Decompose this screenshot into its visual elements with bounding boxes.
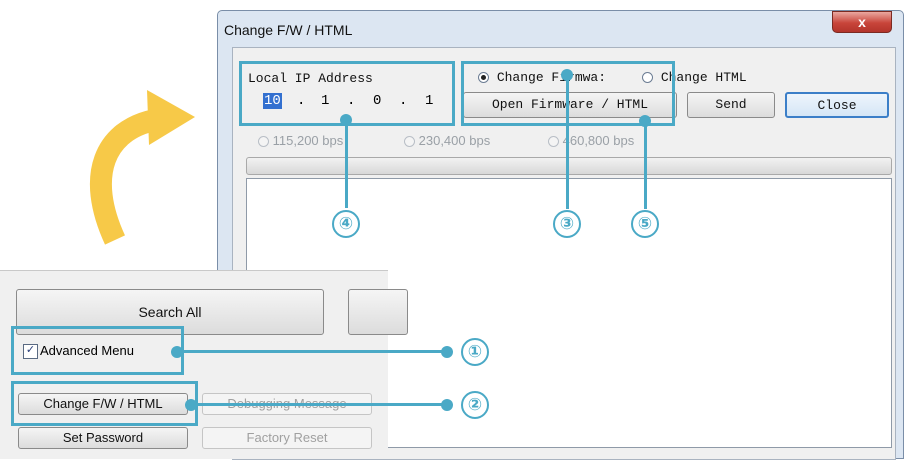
curved-arrow-icon bbox=[90, 90, 195, 245]
callout-5: ⑤ bbox=[631, 210, 659, 238]
callout-line bbox=[190, 403, 448, 406]
baud-label: 230,400 bps bbox=[418, 133, 491, 148]
baud-label: 115,200 bps bbox=[272, 133, 344, 148]
radio-disabled-icon bbox=[404, 136, 415, 148]
factory-reset-button[interactable]: Factory Reset bbox=[202, 427, 372, 449]
baud-label: 460,800 bps bbox=[562, 133, 635, 148]
callout-4: ④ bbox=[332, 210, 360, 238]
set-password-button[interactable]: Set Password bbox=[18, 427, 188, 449]
callout-line bbox=[345, 120, 348, 208]
radio-disabled-icon bbox=[258, 136, 269, 148]
callout-line bbox=[177, 350, 448, 353]
highlight-change-fw-button bbox=[11, 381, 198, 426]
baud-option-460800[interactable]: 460,800 bps bbox=[548, 133, 634, 148]
close-icon[interactable]: x bbox=[832, 11, 892, 33]
callout-line bbox=[566, 75, 569, 209]
callout-3: ③ bbox=[553, 210, 581, 238]
send-button[interactable]: Send bbox=[687, 92, 775, 118]
dialog-title: Change F/W / HTML bbox=[224, 22, 353, 38]
callout-line bbox=[644, 121, 647, 209]
close-button[interactable]: Close bbox=[785, 92, 889, 118]
callout-dot bbox=[441, 346, 453, 358]
highlight-advanced-menu bbox=[11, 326, 184, 375]
callout-dot bbox=[441, 399, 453, 411]
partial-button[interactable] bbox=[348, 289, 408, 335]
callout-1: ① bbox=[461, 338, 489, 366]
callout-2: ② bbox=[461, 391, 489, 419]
radio-disabled-icon bbox=[548, 136, 559, 148]
progress-bar bbox=[246, 157, 892, 175]
baud-option-115200[interactable]: 115,200 bps bbox=[258, 133, 343, 148]
baud-option-230400[interactable]: 230,400 bps bbox=[404, 133, 490, 148]
